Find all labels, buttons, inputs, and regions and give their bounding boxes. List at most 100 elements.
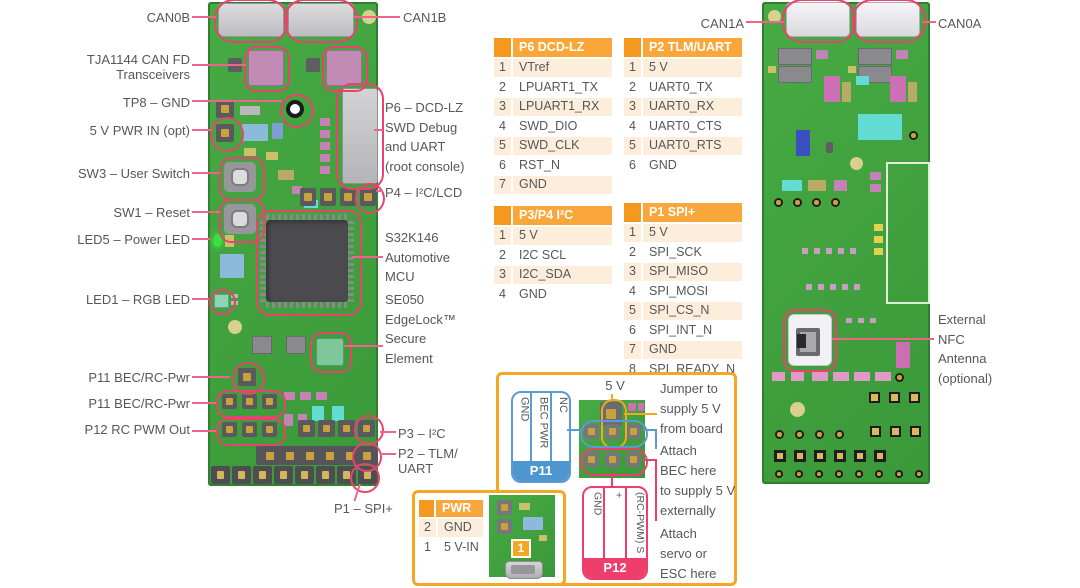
pin-signal: I2C SCL <box>513 247 612 265</box>
fiducial <box>228 320 242 334</box>
table-body: 15 V2UART0_TX3UART0_RX4UART0_CTS5UART0_R… <box>624 59 742 174</box>
smd-capacitor <box>519 503 530 510</box>
smd-capacitor <box>896 342 910 368</box>
left-pcb-photo <box>208 2 378 486</box>
pin-signal: UART0_RX <box>643 98 742 116</box>
smd-pad <box>320 130 330 138</box>
table-row: 15 V-IN <box>419 539 483 557</box>
pin-signal: I2C_SDA <box>513 266 612 284</box>
smd-capacitor <box>816 50 828 59</box>
p1-header-pin <box>232 466 251 484</box>
solder-pad <box>774 450 786 462</box>
through-hole-pad <box>895 470 903 478</box>
pin-number: 6 <box>494 157 511 175</box>
table-row: 2I2C SCL <box>494 247 612 265</box>
callout-can1a <box>782 0 856 43</box>
p11-pin-columns: GNDBEC PWRNC <box>513 393 569 461</box>
header-corner <box>624 203 641 222</box>
p3-p4-pin <box>298 420 315 437</box>
leader-line <box>192 211 220 213</box>
fiducial <box>790 402 805 417</box>
through-hole-pad <box>815 470 823 478</box>
smd-pad <box>806 284 864 290</box>
smd-pad <box>316 392 327 400</box>
callout-can0a <box>852 0 926 43</box>
label-se050: SE050 EdgeLock™ Secure Element <box>385 290 475 368</box>
header-corner <box>494 206 511 225</box>
label-can1b: CAN1B <box>403 8 446 28</box>
pinout-diagram: CAN0B TJA1144 CAN FD Transceivers TP8 – … <box>0 0 1080 588</box>
pwr-pin <box>497 519 512 534</box>
pin-number: 1 <box>494 59 511 77</box>
table-body: 15 V2I2C SCL3I2C_SDA4GND <box>494 227 612 303</box>
pin-signal: SPI_MISO <box>643 263 742 281</box>
label-nfc-antenna: External NFC Antenna (optional) <box>938 310 1018 388</box>
label-p1-spi: P1 – SPI+ <box>334 499 393 519</box>
p1-header-pin <box>274 466 293 484</box>
label-tja1144: TJA1144 CAN FD Transceivers <box>87 52 190 83</box>
connector-pin-label: GND <box>584 488 603 558</box>
smd-pad <box>870 172 881 180</box>
p11-pin-label-box: GNDBEC PWRNC P11 <box>511 391 571 483</box>
choke <box>858 48 892 65</box>
pin-signal: SPI_CS_N <box>643 302 742 320</box>
pin-signal: 5 V-IN <box>438 539 483 557</box>
leader-line <box>192 238 211 240</box>
leader-line <box>374 129 383 131</box>
through-hole-pad <box>812 198 821 207</box>
pwr-in-table: PWR IN 2GND15 V-IN <box>419 500 483 558</box>
pin-contact <box>306 452 314 460</box>
solder-pad <box>814 450 826 462</box>
transistor <box>306 58 320 72</box>
table-title: P6 DCD-LZ <box>513 38 612 57</box>
choke <box>778 48 812 65</box>
pin-number: 6 <box>624 322 641 340</box>
pin-signal: SPI_MOSI <box>643 283 742 301</box>
callout-p1-pin <box>350 463 380 493</box>
smd-capacitor <box>539 535 547 541</box>
table-row: 15 V <box>494 227 612 245</box>
smd-pad <box>320 154 330 162</box>
table-header: P6 DCD-LZ <box>494 38 612 57</box>
pin-number: 3 <box>624 98 641 116</box>
label-sw3: SW3 – User Switch <box>78 164 190 184</box>
leader-line <box>376 190 383 192</box>
p4-pin <box>340 188 356 206</box>
smd-capacitor <box>523 517 543 530</box>
smd-pad <box>772 372 785 381</box>
smd-pad <box>320 166 330 174</box>
label-can1a: CAN1A <box>701 14 744 34</box>
pin-number: 6 <box>624 157 641 175</box>
smd-pad <box>320 118 330 126</box>
table-header: P3/P4 I²C <box>494 206 612 225</box>
smd-pad <box>320 142 330 150</box>
table-row: 2LPUART1_TX <box>494 79 612 97</box>
smd-capacitor <box>220 254 244 278</box>
label-sw1: SW1 – Reset <box>113 203 190 223</box>
smd-capacitor <box>842 82 851 102</box>
pin-number: 5 <box>624 302 641 320</box>
pin-signal: UART0_TX <box>643 79 742 97</box>
p3-p4-pin <box>338 420 355 437</box>
table-row: 15 V <box>624 224 742 242</box>
label-p4: P4 – I²C/LCD <box>385 183 462 203</box>
smd-capacitor <box>856 76 869 85</box>
table-row: 7GND <box>494 176 612 194</box>
pin-signal: LPUART1_RX <box>513 98 612 116</box>
smd-capacitor <box>848 66 856 73</box>
callout-p4-pin <box>355 183 385 214</box>
connector-pin-label: BEC PWR <box>530 393 549 461</box>
pin-number: 4 <box>494 286 511 304</box>
table-body: 2GND15 V-IN <box>419 519 483 556</box>
smd-pad <box>791 372 804 381</box>
pin-signal: SWD_CLK <box>513 137 612 155</box>
p1-header-pin <box>295 466 314 484</box>
pin-signal: 5 V <box>643 59 742 77</box>
table-row: 3I2C_SDA <box>494 266 612 284</box>
pin-contact <box>286 452 294 460</box>
table-row: 4SPI_MOSI <box>624 283 742 301</box>
pin-number: 1 <box>494 227 511 245</box>
through-hole-pad <box>831 198 840 207</box>
small-ic <box>252 336 272 354</box>
table-row: 4UART0_CTS <box>624 118 742 136</box>
